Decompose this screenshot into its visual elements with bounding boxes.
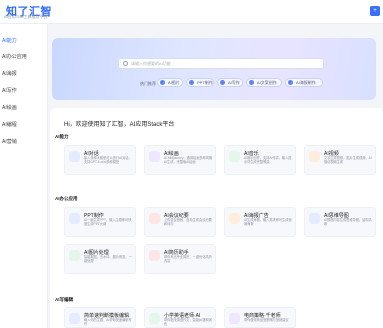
- section-title: AI能力: [55, 134, 69, 139]
- teacher-icon: [149, 313, 160, 324]
- card-desc: AI音乐创作，支持AI作词，输入提示词生成完整歌曲: [244, 156, 292, 164]
- tag-icon: [160, 80, 165, 85]
- tool-card[interactable]: 小学英语老师·AI 帮你批改英语作文，智能纠错和润色: [144, 307, 216, 328]
- search-icon: [123, 61, 128, 66]
- ppt-icon: [69, 213, 80, 224]
- content-panel: Hi，欢迎使用知了汇智，AI应用Stack平台 AI能力 AI对话 接入多种大模…: [50, 108, 383, 328]
- sidebar-item-ai-coding[interactable]: AI编程: [0, 118, 48, 132]
- hot-tag[interactable]: AI海报制作: [285, 78, 323, 87]
- section-title: AI写编辑: [55, 297, 73, 302]
- tool-card[interactable]: AI视频 文字生成视频，图片生成视频，AI驱动视频生成: [304, 145, 376, 175]
- hot-tag[interactable]: PPT制作: [186, 78, 214, 87]
- section-title: AI办公应用: [55, 196, 78, 201]
- tool-card[interactable]: 简单速判断模板编辑 输入你的主题，AI帮你快速编辑写作: [64, 307, 136, 328]
- ecommerce-icon: [229, 313, 240, 324]
- card-desc: 接入多种大模型可以进行AI对话，支持GPT-4 mini多种模型: [84, 156, 132, 164]
- sidebar: AI能力 AI办公应用 AI海报 AI写作 AI绘画 AI编程 AI营销: [0, 24, 48, 328]
- tool-card[interactable]: AI海报广告 AI生成海报，输入需求即可生成营销海报: [224, 207, 296, 237]
- sidebar-item-ai-office[interactable]: AI办公应用: [0, 50, 48, 64]
- image-icon: [69, 250, 80, 261]
- paint-icon: [149, 151, 160, 162]
- main-area: 请输入你想要的AI功能 热门推荐 AI图片 PPT制作 AI写作 AI文案创作 …: [50, 24, 383, 328]
- card-desc: 文字生成视频，图片生成视频，AI驱动视频生成: [324, 156, 372, 164]
- tool-card[interactable]: AI会议纪要 上传会议音频，自动生成会议纪要和待办: [144, 207, 216, 237]
- card-desc: 帮你批改英语作文，智能纠错和润色: [164, 318, 212, 326]
- tool-card[interactable]: AI简历助手 帮你写出专业简历，一键优化简历内容: [144, 244, 216, 274]
- tag-icon: [220, 80, 225, 85]
- card-desc: 输入你的主题，AI帮你快速编辑写作: [84, 318, 132, 326]
- tool-card[interactable]: 电商策略·千老师 帮你做电商运营策略与营销建议: [224, 307, 296, 328]
- hot-tag[interactable]: AI写作: [217, 78, 243, 87]
- mindmap-icon: [309, 213, 320, 224]
- hot-tag[interactable]: AI文案创作: [246, 78, 282, 87]
- card-desc: AI一键生成PPT，输入主题即可快速生成PPT大纲: [84, 218, 132, 226]
- template-icon: [69, 313, 80, 324]
- tool-card[interactable]: AI思维导图 AI根据内容生成思维导图，结构清晰: [304, 207, 376, 237]
- meeting-icon: [149, 213, 160, 224]
- welcome-text: Hi，欢迎使用知了汇智，AI应用Stack平台: [64, 122, 175, 128]
- card-desc: AI Midjourney、通用绘画多种风格AI生成，完整版AI绘画: [164, 156, 213, 164]
- hot-label: 热门推荐: [140, 81, 156, 86]
- hot-tag[interactable]: AI图片: [157, 78, 183, 87]
- tool-card[interactable]: PPT制作 AI一键生成PPT，输入主题即可快速生成PPT大纲: [64, 207, 136, 237]
- card-desc: 智能抠图、去水印、图片修复，一键处理: [84, 255, 132, 263]
- tool-card[interactable]: AI对话 接入多种大模型可以进行AI对话，支持GPT-4 mini多种模型: [64, 145, 136, 175]
- sidebar-item-ai-writing[interactable]: AI写作: [0, 84, 48, 98]
- card-desc: 帮你写出专业简历，一键优化简历内容: [164, 255, 212, 263]
- poster-icon: [229, 213, 240, 224]
- sidebar-item-ai-marketing[interactable]: AI营销: [0, 135, 48, 149]
- hero-banner: 请输入你想要的AI功能 热门推荐 AI图片 PPT制作 AI写作 AI文案创作 …: [52, 38, 376, 100]
- top-bar: 知了汇智 AI应用与AI工具推荐平台 +: [0, 0, 383, 24]
- plus-icon[interactable]: +: [370, 6, 380, 16]
- sidebar-item-ai-drawing[interactable]: AI绘画: [0, 101, 48, 115]
- card-desc: 上传会议音频，自动生成会议纪要和待办: [164, 218, 212, 226]
- card-desc: AI根据内容生成思维导图，结构清晰: [324, 218, 372, 226]
- video-icon: [309, 151, 320, 162]
- resume-icon: [149, 250, 160, 261]
- search-placeholder: 请输入你想要的AI功能: [131, 61, 171, 66]
- app-logo-subtitle: AI应用与AI工具推荐平台: [4, 14, 48, 19]
- tag-icon: [288, 80, 293, 85]
- tool-card[interactable]: AI图片处理 智能抠图、去水印、图片修复，一键处理: [64, 244, 136, 274]
- tool-card[interactable]: AI音乐 AI音乐创作，支持AI作词，输入提示词生成完整歌曲: [224, 145, 296, 175]
- music-icon: [229, 151, 240, 162]
- search-input[interactable]: 请输入你想要的AI功能: [118, 58, 324, 69]
- tag-icon: [189, 80, 194, 85]
- card-desc: 帮你做电商运营策略与营销建议: [244, 318, 289, 322]
- sidebar-item-ai-capability[interactable]: AI能力: [0, 34, 48, 48]
- tool-card[interactable]: AI绘画 AI Midjourney、通用绘画多种风格AI生成，完整版AI绘画: [144, 145, 216, 175]
- card-desc: AI生成海报，输入需求即可生成营销海报: [244, 218, 292, 226]
- sidebar-item-ai-poster[interactable]: AI海报: [0, 67, 48, 81]
- chat-icon: [69, 151, 80, 162]
- tag-icon: [249, 80, 254, 85]
